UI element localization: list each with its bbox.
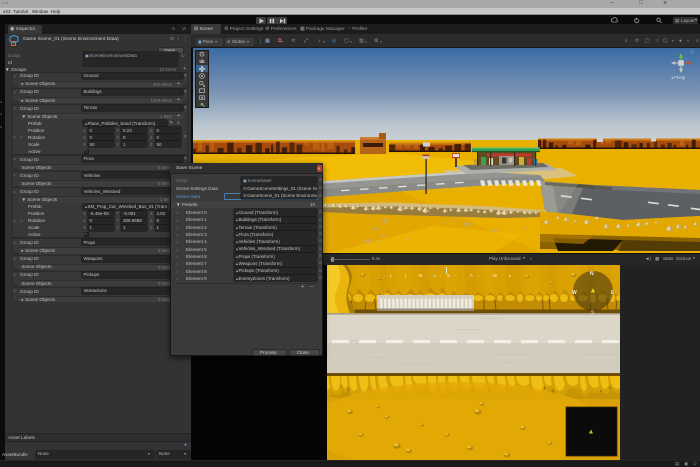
svg-text:N: N bbox=[590, 271, 594, 277]
svg-text:M: M bbox=[419, 273, 423, 278]
svg-text:S: S bbox=[447, 273, 450, 278]
svg-text:|: | bbox=[405, 273, 406, 278]
svg-text:W: W bbox=[493, 273, 497, 278]
svg-text:A: A bbox=[470, 273, 473, 278]
svg-text:W: W bbox=[572, 290, 577, 296]
